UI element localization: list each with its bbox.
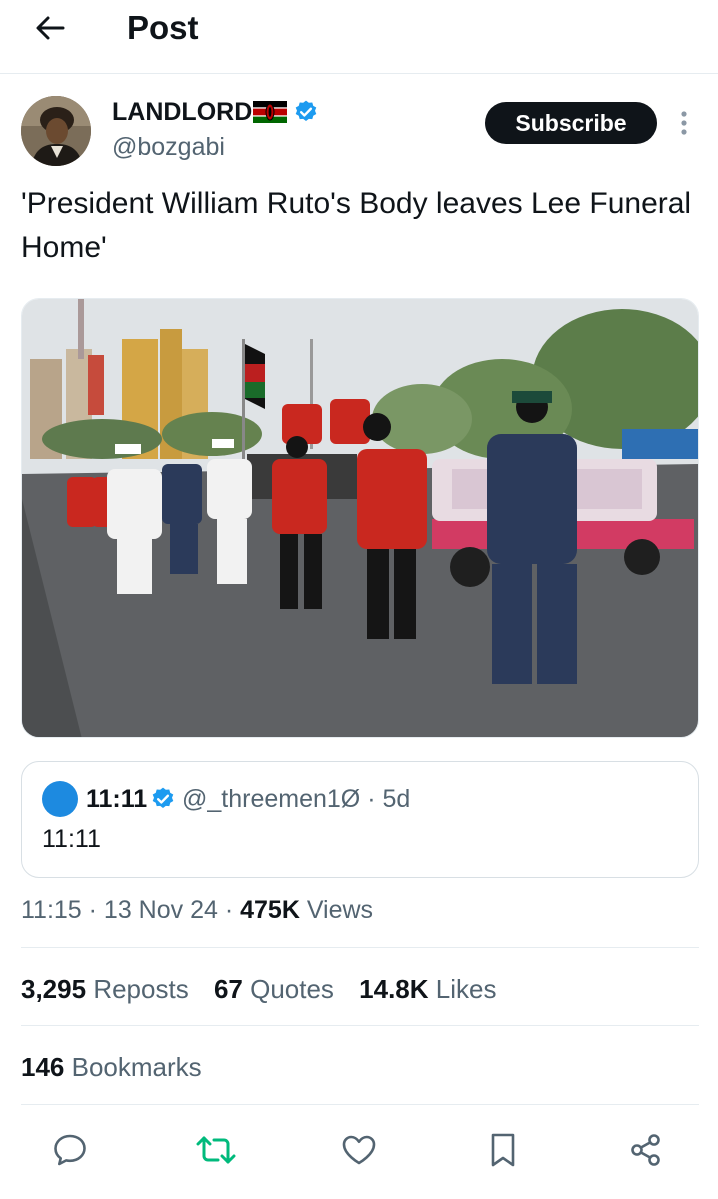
avatar-image	[21, 96, 91, 166]
share-button[interactable]	[624, 1128, 668, 1172]
arrow-left-icon	[36, 16, 65, 40]
page-title: Post	[127, 9, 199, 46]
bookmarks-label: Bookmarks	[71, 1052, 202, 1082]
share-icon	[631, 1134, 660, 1166]
reposts-count: 3,295	[21, 974, 87, 1004]
quotes-count: 67	[213, 974, 243, 1004]
bookmark-icon	[491, 1133, 515, 1167]
likes-count: 14.8K	[359, 974, 429, 1004]
repost-button[interactable]	[194, 1128, 238, 1172]
divider	[21, 1104, 699, 1105]
author-handle[interactable]: @bozgabi	[112, 130, 225, 164]
likes-stat[interactable]: 14.8K Likes	[359, 970, 496, 1008]
quotes-label: Quotes	[250, 974, 334, 1004]
quoted-avatar	[42, 781, 78, 817]
repost-icon	[196, 1136, 236, 1164]
engagement-stats: 3,295 Reposts 67 Quotes 14.8K Likes	[21, 970, 514, 1008]
verified-badge-icon	[152, 787, 174, 808]
verified-badge-icon	[295, 100, 317, 121]
divider	[21, 1025, 699, 1026]
funeral-procession-photo	[22, 299, 698, 737]
post-media-photo[interactable]	[21, 298, 699, 738]
more-options-button[interactable]	[670, 106, 698, 140]
like-icon	[342, 1135, 376, 1165]
back-button[interactable]	[28, 8, 72, 48]
reposts-stat[interactable]: 3,295 Reposts	[21, 970, 189, 1008]
divider	[21, 947, 699, 948]
quoted-handle-time: @_threemen1Ø · 5d	[182, 785, 411, 813]
like-button[interactable]	[337, 1128, 381, 1172]
more-vertical-icon	[681, 111, 687, 135]
subscribe-button[interactable]: Subscribe	[485, 102, 657, 144]
quoted-author-name: 11:11	[86, 785, 148, 813]
reply-icon	[54, 1134, 86, 1166]
post-text: 'President William Ruto's Body leaves Le…	[21, 187, 692, 264]
bookmarks-count: 146	[21, 1052, 65, 1082]
views-count: 475K	[240, 896, 300, 924]
views-label: Views	[299, 896, 374, 924]
author-display-name: LANDLORD	[112, 98, 253, 126]
bookmark-button[interactable]	[481, 1128, 525, 1172]
post-timestamp[interactable]: 11:15 · 13 Nov 24 ·	[21, 896, 240, 924]
likes-label: Likes	[435, 974, 497, 1004]
reposts-label: Reposts	[93, 974, 189, 1004]
bookmarks-stat[interactable]: 146 Bookmarks	[21, 1048, 202, 1086]
top-bar: Post	[0, 0, 718, 74]
reply-button[interactable]	[48, 1128, 92, 1172]
post-meta: 11:15 · 13 Nov 24 · 475K Views	[21, 893, 373, 927]
quoted-text: 11:11	[42, 825, 101, 853]
quoted-post[interactable]: 11:11 @_threemen1Ø · 5d 11:11	[21, 761, 699, 878]
quotes-stat[interactable]: 67 Quotes	[214, 970, 334, 1008]
kenya-flag-icon	[253, 101, 288, 123]
author-name[interactable]: LANDLORD	[112, 96, 319, 128]
action-bar	[0, 1120, 718, 1176]
avatar[interactable]	[21, 96, 91, 166]
